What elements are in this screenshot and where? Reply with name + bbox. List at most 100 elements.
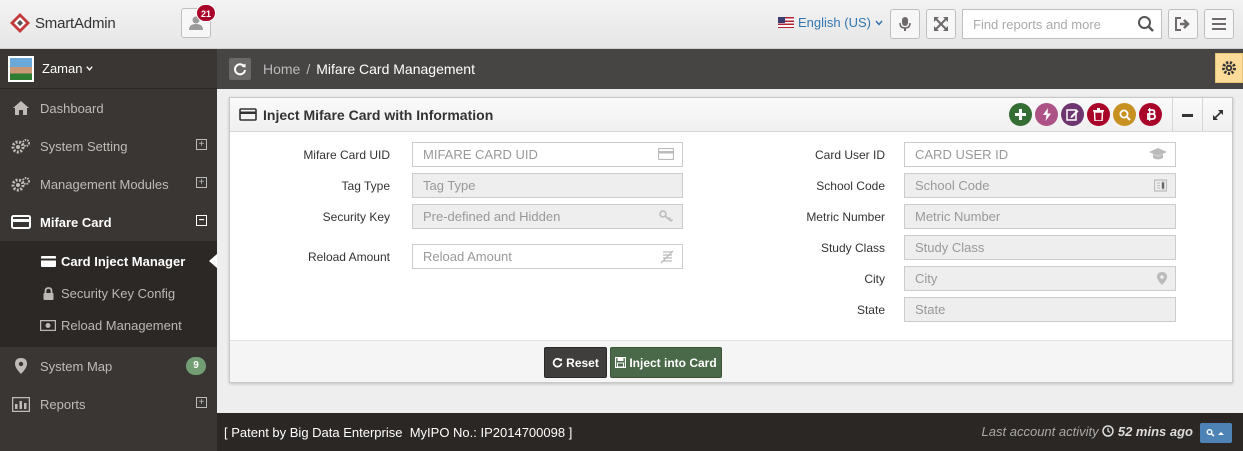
footer-toggle-button[interactable] [1200,423,1232,443]
school-icon [1154,179,1167,192]
metric-number-input[interactable]: Metric Number [904,204,1176,229]
credit-card-icon [11,215,31,229]
expand-icon[interactable]: + [196,177,207,188]
voice-command-button[interactable] [890,9,920,39]
page-footer: [ Patent by Big Data Enterprise MyIPO No… [217,413,1243,451]
school-code-input[interactable]: School Code [904,173,1176,198]
inject-card-widget: Inject Mifare Card with Information Mifa… [229,97,1233,383]
lock-icon [43,286,53,300]
graduation-cap-icon [1149,148,1167,160]
field-placeholder: Pre-defined and Hidden [423,209,561,224]
left-sidebar: Zaman Dashboard System Setting + Managem… [0,49,217,451]
logo-icon [10,13,30,33]
breadcrumb-home[interactable]: Home [263,61,300,77]
metric-number-label: Metric Number [806,210,885,224]
sidebar-item-card-inject-manager[interactable]: Card Inject Manager [0,245,217,277]
collapse-icon[interactable]: − [196,215,207,226]
gears-icon [11,177,30,192]
mifare-card-uid-label: Mifare Card UID [303,148,390,162]
sidebar-item-label: Management Modules [40,176,169,192]
sidebar-item-label: System Setting [40,138,128,154]
microphone-icon [899,17,911,31]
fullscreen-widget-button[interactable] [1202,98,1232,132]
chevron-down-icon [86,66,94,71]
arrows-alt-icon [934,17,948,31]
collapse-widget-button[interactable] [1172,98,1202,132]
expand-icon[interactable]: + [196,139,207,150]
delete-button[interactable] [1087,103,1110,126]
sidebar-item-label: Reports [40,396,86,412]
ribbon-bar: Home / Mifare Card Management [217,49,1243,89]
inject-into-card-button[interactable]: Inject into Card [610,347,722,378]
us-flag-icon [778,17,794,28]
reload-amount-input[interactable]: Reload Amount [412,244,683,269]
home-icon [13,101,29,115]
refresh-icon [552,357,563,368]
bolt-icon [1042,108,1051,121]
sidebar-item-reports[interactable]: Reports + [0,385,217,423]
key-icon [659,210,674,222]
sidebar-item-label: System Map [40,358,113,374]
fullscreen-button[interactable] [926,9,956,39]
sidebar-item-reload-management[interactable]: Reload Management [0,309,217,341]
refresh-icon [234,63,246,76]
search-icon[interactable] [1137,15,1155,33]
expand-icon[interactable]: + [196,397,207,408]
sign-out-icon [1175,17,1190,31]
plus-icon [1015,109,1026,120]
bitcoin-button[interactable] [1139,103,1162,126]
settings-button[interactable] [1215,53,1243,83]
field-placeholder: City [915,271,938,286]
field-placeholder: Reload Amount [423,249,512,264]
security-key-input[interactable]: Pre-defined and Hidden [412,204,683,229]
language-selector[interactable]: English (US) [778,15,884,30]
sidebar-item-system-map[interactable]: System Map 9 [0,347,217,385]
edit-icon [1066,109,1079,121]
widget-header: Inject Mifare Card with Information [230,98,1232,132]
top-header: SmartAdmin 21 English (US) [0,0,1243,49]
state-input[interactable]: State [904,297,1176,322]
app-logo[interactable]: SmartAdmin [9,11,116,35]
card-user-id-input[interactable]: CARD USER ID [904,142,1176,167]
quick-action-button[interactable] [1035,103,1058,126]
notification-count-badge: 21 [196,4,216,22]
breadcrumb: Home / Mifare Card Management [263,61,475,77]
add-button[interactable] [1009,103,1032,126]
sidebar-item-dashboard[interactable]: Dashboard [0,89,217,127]
widget-footer: Reset Inject into Card [230,340,1232,382]
menu-toggle-button[interactable] [1204,9,1234,39]
city-input[interactable]: City [904,266,1176,291]
refresh-button[interactable] [229,58,251,80]
credit-card-icon [239,108,257,121]
search-box [962,9,1162,39]
gears-icon [11,139,30,154]
search-button[interactable] [1113,103,1136,126]
tag-type-input[interactable]: Tag Type [412,173,683,198]
sidebar-item-security-key-config[interactable]: Security Key Config [0,277,217,309]
field-placeholder: Study Class [915,240,985,255]
link-icon [1206,429,1224,437]
security-key-label: Security Key [322,210,390,224]
field-placeholder: School Code [915,178,990,193]
search-input[interactable] [963,10,1128,38]
money-icon [660,250,674,264]
mifare-card-submenu: Card Inject Manager Security Key Config … [0,241,217,347]
chevron-down-icon [875,20,883,26]
study-class-input[interactable]: Study Class [904,235,1176,260]
field-placeholder: State [915,302,946,317]
sidebar-item-management-modules[interactable]: Management Modules + [0,165,217,203]
sidebar-item-label: Security Key Config [61,285,176,301]
gear-icon [1222,61,1236,75]
reset-button[interactable]: Reset [544,347,607,378]
last-activity-time: 52 mins ago [1117,424,1193,439]
mifare-card-uid-input[interactable]: MIFARE CARD UID [412,142,683,167]
school-code-label: School Code [816,179,885,193]
inject-card-form: Mifare Card UID MIFARE CARD UID Tag Type… [230,132,1232,340]
minus-icon [1182,113,1193,117]
logout-button[interactable] [1168,9,1198,39]
count-badge: 9 [186,357,206,375]
sidebar-item-system-setting[interactable]: System Setting + [0,127,217,165]
user-info[interactable]: Zaman [0,49,217,89]
sidebar-item-mifare-card[interactable]: Mifare Card − [0,203,217,241]
edit-button[interactable] [1061,103,1084,126]
